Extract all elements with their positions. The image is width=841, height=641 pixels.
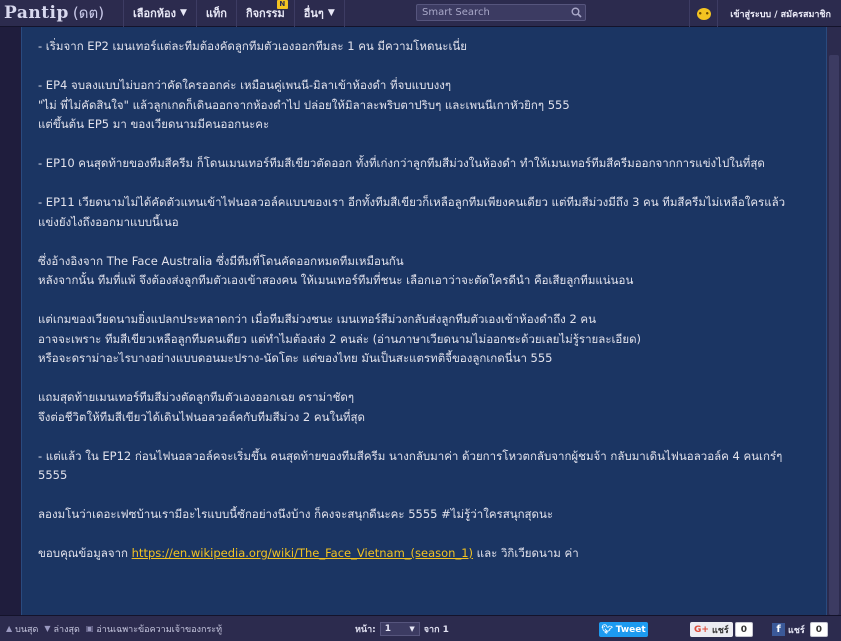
google-plus-share-text: แชร์: [711, 625, 729, 636]
nav-tags[interactable]: แท็ก: [197, 0, 237, 27]
post-line: อาจจะเพราะ ทีมสีเขียวเหลือลูกทีมคนเดียว …: [38, 331, 642, 346]
facebook-share-text: แชร์: [788, 625, 805, 636]
facebook-share-count: 0: [809, 622, 829, 637]
page-navigator: หน้า: 1 ▼ จาก 1: [355, 622, 449, 636]
twitter-bird-icon: 🐦︎: [601, 624, 613, 635]
logo-text: Pantip: [4, 3, 69, 23]
post-paragraph: - EP10 คนสุดท้ายของทีมสีครีม ก็โดนเมนเทอ…: [38, 154, 806, 174]
go-bottom-label: ล่างสุด: [53, 624, 80, 635]
search-box: [416, 4, 586, 21]
post-paragraph: - เริ่มจาก EP2 เมนเทอร์แต่ละทีมต้องคัดลู…: [38, 37, 806, 57]
go-top-label: บนสุด: [15, 624, 39, 635]
post-line: - EP11 เวียดนามไม่ได้คัดตัวแทนเข้าไฟนอลว…: [38, 195, 786, 229]
google-plus-share-label: G+ แชร์: [690, 622, 733, 637]
post-paragraph: - EP4 จบลงแบบไม่บอกว่าคัดใครออกค่ะ เหมือ…: [38, 76, 806, 135]
facebook-share-label: f แชร์: [772, 622, 808, 637]
chevron-down-icon: ▼: [327, 8, 335, 18]
post-line: แต่ขึ้นต้น EP5 มา ของเวียดนามมีคนออกนะคะ: [38, 117, 270, 131]
page-total: จาก 1: [423, 625, 449, 635]
top-right-group: • • เข้าสู่ระบบ / สมัครสมาชิก: [689, 0, 841, 27]
go-top-button[interactable]: ▲ บนสุด: [6, 622, 38, 636]
scrollbar[interactable]: [827, 27, 841, 615]
arrow-down-icon: ▼: [44, 624, 51, 633]
wikipedia-link[interactable]: https://en.wikipedia.org/wiki/The_Face_V…: [132, 546, 473, 560]
emoticon-icon: • •: [696, 7, 711, 20]
post-line: แถมสุดท้ายเมนเทอร์ทีมสีม่วงตัดลูกทีมตัวเ…: [38, 390, 355, 404]
arrow-up-icon: ▲: [6, 624, 13, 633]
tweet-button[interactable]: 🐦︎ Tweet: [599, 622, 648, 637]
new-badge: N: [276, 0, 288, 9]
post-paragraph: แต่เกมของเวียดนามยิ่งแปลกประหลาดกว่า เมื…: [38, 310, 806, 369]
facebook-icon: f: [772, 623, 785, 636]
google-plus-share-button[interactable]: G+ แชร์ 0: [690, 622, 753, 637]
chevron-down-icon: ▼: [180, 8, 187, 18]
nav-select-room-label: เลือกห้อง: [133, 7, 176, 20]
owner-only-button[interactable]: ▣ อ่านเฉพาะข้อความเจ้าของกระทู้: [86, 622, 222, 636]
post-line: หลังจากนั้น ทีมที่แพ้ จึงต้องส่งลูกทีมตั…: [38, 273, 634, 287]
chevron-down-icon: ▼: [409, 625, 415, 633]
scrollbar-thumb[interactable]: [829, 55, 839, 615]
credit-paragraph: ขอบคุณข้อมูลจาก https://en.wikipedia.org…: [38, 544, 806, 564]
go-bottom-button[interactable]: ▼ ล่างสุด: [44, 622, 79, 636]
post-body: - เริ่มจาก EP2 เมนเทอร์แต่ละทีมต้องคัดลู…: [38, 37, 806, 564]
search-input[interactable]: [417, 7, 567, 18]
bottom-toolbar: ▲ บนสุด ▼ ล่างสุด ▣ อ่านเฉพาะข้อความเจ้า…: [0, 615, 841, 641]
post-paragraph: ซึ่งอ้างอิงจาก The Face Australia ซึ่งมี…: [38, 252, 806, 291]
post-paragraph: ลองมโนว่าเดอะเฟซบ้านเรามีอะไรแบบนี้ซักอย…: [38, 505, 806, 525]
nav-more-label: อื่นๆ: [303, 7, 324, 20]
search-icon[interactable]: [567, 5, 585, 20]
logo-mark-icon: (ดต): [72, 4, 105, 22]
owner-icon: ▣: [85, 624, 94, 633]
post-line: จึงต่อชีวิตให้ทีมสีเขียวได้เดินไฟนอลวอล์…: [38, 409, 366, 424]
page-select[interactable]: 1 ▼: [379, 622, 420, 636]
emoticon-button[interactable]: • •: [689, 0, 717, 27]
top-navbar: Pantip (ดต) เลือกห้อง ▼ แท็ก กิจกรรม N อ…: [0, 0, 841, 27]
facebook-share-button[interactable]: f แชร์ 0: [772, 622, 829, 637]
post-paragraph: แถมสุดท้ายเมนเทอร์ทีมสีม่วงตัดลูกทีมตัวเ…: [38, 388, 806, 427]
post-line: - เริ่มจาก EP2 เมนเทอร์แต่ละทีมต้องคัดลู…: [38, 39, 467, 53]
post-line: ซึ่งอ้างอิงจาก The Face Australia ซึ่งมี…: [38, 253, 404, 268]
post-paragraph: - แต่แล้ว ใน EP12 ก่อนไฟนอลวอล์คจะเริ่มข…: [38, 447, 806, 486]
page-label: หน้า:: [355, 625, 376, 635]
page-select-value: 1: [384, 624, 392, 634]
post-line: - แต่แล้ว ใน EP12 ก่อนไฟนอลวอล์คจะเริ่มข…: [38, 448, 783, 483]
google-plus-icon: G+: [694, 624, 709, 635]
login-register-link[interactable]: เข้าสู่ระบบ / สมัครสมาชิก: [717, 0, 841, 27]
post-line: หรือจะดราม่าอะไรบางอย่างแบบดอนมะปราง-นัด…: [38, 351, 553, 365]
credit-suffix: และ วิกิเวียดนาม ค่า: [473, 546, 579, 560]
google-plus-share-count: 0: [734, 622, 753, 637]
post-line: "ไม่ พี่ไม่คัดสินใจ" แล้วลูกเกดก็เดินออก…: [38, 97, 570, 112]
nav-tags-label: แท็ก: [205, 7, 227, 20]
nav-select-room[interactable]: เลือกห้อง ▼: [124, 0, 197, 27]
pantip-logo[interactable]: Pantip (ดต): [0, 0, 124, 27]
nav-more[interactable]: อื่นๆ ▼: [295, 0, 345, 27]
post-paragraph: - EP11 เวียดนามไม่ได้คัดตัวแทนเข้าไฟนอลว…: [38, 193, 806, 232]
post-line: - EP10 คนสุดท้ายของทีมสีครีม ก็โดนเมนเทอ…: [38, 156, 765, 170]
post-line: ลองมโนว่าเดอะเฟซบ้านเรามีอะไรแบบนี้ซักอย…: [38, 507, 554, 521]
owner-only-label: อ่านเฉพาะข้อความเจ้าของกระทู้: [96, 624, 223, 635]
nav-activities[interactable]: กิจกรรม N: [237, 0, 295, 27]
post-line: - EP4 จบลงแบบไม่บอกว่าคัดใครออกค่ะ เหมือ…: [38, 78, 452, 92]
tweet-label: Tweet: [615, 624, 646, 635]
credit-prefix: ขอบคุณข้อมูลจาก: [38, 546, 132, 560]
post-line: แต่เกมของเวียดนามยิ่งแปลกประหลาดกว่า เมื…: [38, 312, 596, 326]
